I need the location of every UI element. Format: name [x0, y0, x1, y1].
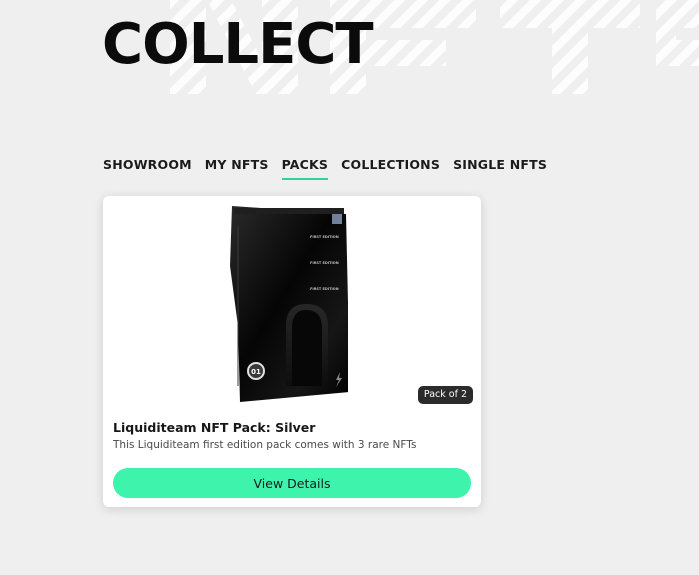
pack-description: This Liquiditeam first edition pack come… [113, 439, 417, 451]
page-title: COLLECT [102, 12, 374, 77]
pack-edition-text-1: FIRST EDITION [310, 235, 339, 239]
collection-tabs: SHOWROOM MY NFTS PACKS COLLECTIONS SINGL… [103, 157, 560, 180]
nft-pack-card[interactable]: FIRST EDITION FIRST EDITION FIRST EDITIO… [103, 196, 481, 507]
collect-page: COLLECT SHOWROOM MY NFTS PACKS COLLECTIO… [0, 0, 699, 575]
view-details-button[interactable]: View Details [113, 468, 471, 498]
tab-my-nfts[interactable]: MY NFTS [205, 157, 269, 180]
pack-logo: 01 [251, 368, 261, 376]
pack-edition-text-3: FIRST EDITION [310, 287, 339, 291]
tab-showroom[interactable]: SHOWROOM [103, 157, 192, 180]
tab-collections[interactable]: COLLECTIONS [341, 157, 440, 180]
pack-title: Liquiditeam NFT Pack: Silver [113, 420, 316, 435]
pack-count-badge: Pack of 2 [417, 386, 473, 404]
nft-pack-image: FIRST EDITION FIRST EDITION FIRST EDITIO… [230, 206, 348, 402]
pack-edition-text-2: FIRST EDITION [310, 261, 339, 265]
tab-packs[interactable]: PACKS [281, 157, 329, 180]
tab-single-nfts[interactable]: SINGLE NFTS [453, 157, 547, 180]
